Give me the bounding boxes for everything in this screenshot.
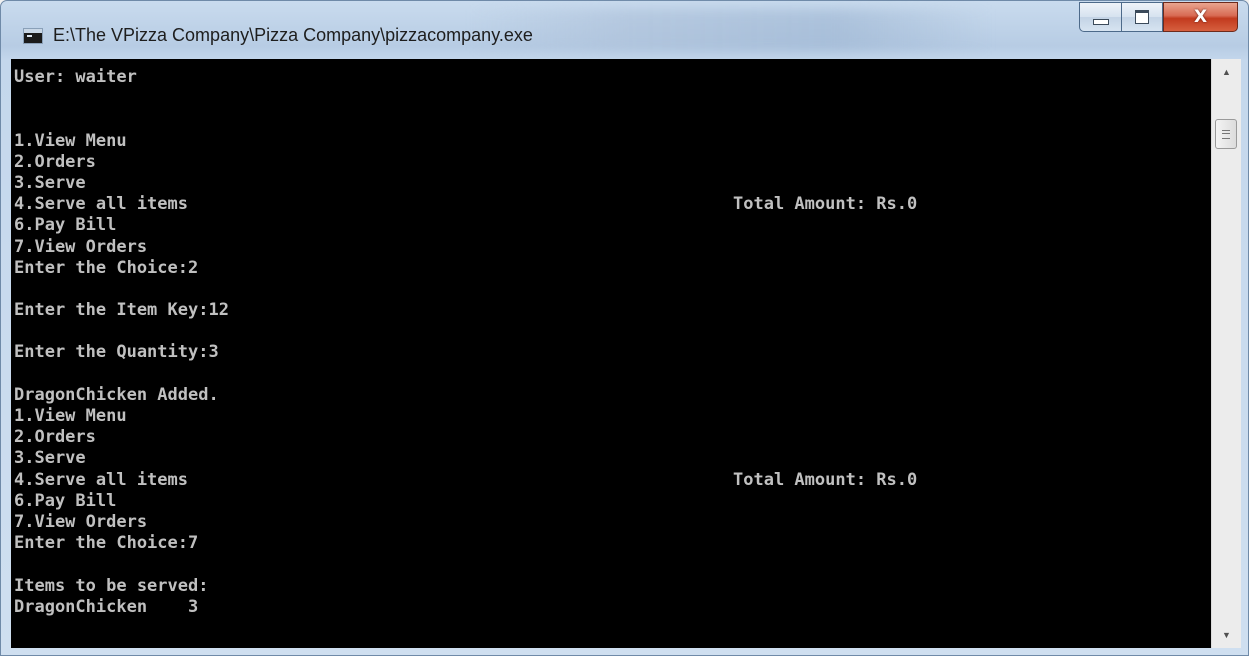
console-line: 3.Serve (14, 448, 86, 469)
caption-buttons: X (1079, 2, 1238, 32)
arrow-up-icon: ▲ (1222, 67, 1231, 77)
vertical-scrollbar[interactable]: ▲ ▼ (1211, 59, 1241, 648)
window-title: E:\The VPizza Company\Pizza Company\pizz… (53, 25, 533, 45)
console-window: E:\The VPizza Company\Pizza Company\pizz… (0, 0, 1249, 656)
console-line: 7.View Orders (14, 236, 148, 257)
total-amount-text: Total Amount: Rs.0 (733, 469, 918, 490)
console-line: Enter the Choice:7 (14, 533, 199, 554)
console-lines: User: waiter 1.View Menu 2.Orders 3.Serve 4.… (14, 67, 229, 618)
console-line: Enter the Choice:2 (14, 257, 199, 278)
console-line: 6.Pay Bill (14, 215, 117, 236)
console-line: Enter the Item Key:12 (14, 300, 229, 321)
console-output[interactable]: User: waiter 1.View Menu 2.Orders 3.Serve 4.… (11, 59, 1211, 648)
minimize-icon (1092, 19, 1109, 25)
console-line: 1.View Menu (14, 130, 127, 151)
maximize-button[interactable] (1121, 2, 1163, 32)
console-line: 6.Pay Bill (14, 490, 117, 511)
console-line: 2.Orders (14, 151, 96, 172)
scroll-up-button[interactable]: ▲ (1212, 59, 1241, 85)
console-line: Items to be served: (14, 575, 209, 596)
console-line: 2.Orders (14, 427, 96, 448)
arrow-down-icon: ▼ (1222, 630, 1231, 640)
total-amount-text: Total Amount: Rs.0 (733, 194, 918, 215)
maximize-icon (1135, 10, 1149, 24)
console-line: DragonChicken 3 (14, 596, 199, 617)
console-line: 3.Serve (14, 172, 86, 193)
title-bar-glass (471, 9, 991, 51)
scroll-thumb[interactable] (1215, 119, 1237, 149)
console-line: User: waiter (14, 67, 137, 87)
console-line: 7.View Orders (14, 511, 148, 532)
console-line: 4.Serve all items (14, 469, 188, 490)
console-line: 4.Serve all items (14, 194, 188, 215)
title-bar[interactable]: E:\The VPizza Company\Pizza Company\pizz… (1, 1, 1248, 59)
close-icon: X (1193, 7, 1208, 27)
close-button[interactable]: X (1163, 2, 1238, 32)
console-app-icon[interactable] (23, 28, 43, 44)
console-line: DragonChicken Added. (14, 384, 219, 405)
scroll-down-button[interactable]: ▼ (1212, 622, 1241, 648)
minimize-button[interactable] (1079, 2, 1121, 32)
console-line: 1.View Menu (14, 406, 127, 426)
console-line: Enter the Quantity:3 (14, 342, 219, 363)
